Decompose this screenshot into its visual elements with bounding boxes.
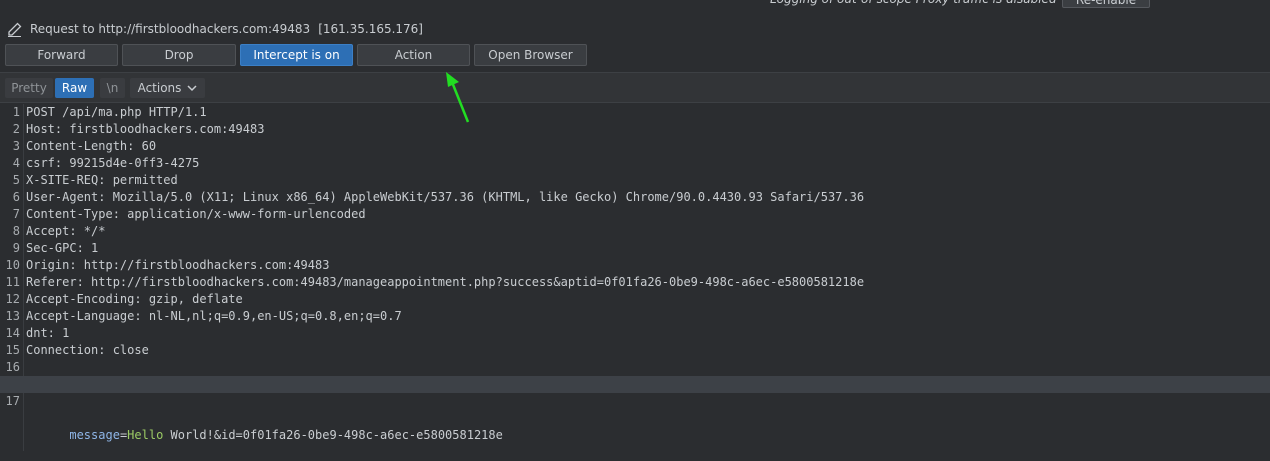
re-enable-button[interactable]: Re-enable — [1062, 0, 1150, 8]
header-value: http://firstbloodhackers.com:49483/manag… — [83, 275, 865, 289]
tab-raw[interactable]: Raw — [55, 78, 94, 98]
param-value: Hello — [127, 428, 164, 442]
request-line[interactable]: 12 Accept-Encoding: gzip, deflate — [0, 291, 1270, 308]
line-number: 1 — [12, 105, 20, 119]
header-name: Accept-Encoding: — [26, 292, 142, 306]
header-name: Accept-Language: — [26, 309, 142, 323]
request-url: Request to http://firstbloodhackers.com:… — [30, 22, 311, 36]
request-line[interactable]: 1 POST /api/ma.php HTTP/1.1 — [0, 104, 1270, 121]
line-number: 9 — [12, 241, 20, 255]
open-browser-button[interactable]: Open Browser — [474, 44, 587, 66]
action-button[interactable]: Action — [357, 44, 470, 66]
message-view-bar: Pretty Raw \n Actions — [0, 72, 1270, 103]
header-value: application/x-www-form-urlencoded — [119, 207, 366, 221]
intercept-toggle-button[interactable]: Intercept is on — [240, 44, 353, 66]
request-line[interactable]: 4 csrf: 99215d4e-0ff3-4275 — [0, 155, 1270, 172]
drop-button[interactable]: Drop — [122, 44, 236, 66]
line-number: 17 — [5, 394, 20, 408]
header-name: X-SITE-REQ: — [26, 173, 106, 187]
header-name: User-Agent: — [26, 190, 106, 204]
line-number: 16 — [5, 360, 20, 374]
request-line[interactable]: 13 Accept-Language: nl-NL,nl;q=0.9,en-US;… — [0, 308, 1270, 325]
request-target: Request to http://firstbloodhackers.com:… — [6, 18, 423, 40]
pencil-icon[interactable] — [6, 21, 23, 38]
header-name: Sec-GPC: — [26, 241, 84, 255]
header-name: Host: — [26, 122, 63, 136]
line-number: 5 — [12, 173, 20, 187]
line-number: 8 — [12, 224, 20, 238]
line-number: 12 — [5, 292, 20, 306]
header-value: gzip, deflate — [141, 292, 243, 306]
param-name: message — [69, 428, 120, 442]
line-number: 13 — [5, 309, 20, 323]
line-number: 11 — [5, 275, 20, 289]
header-value: http://firstbloodhackers.com:49483 — [76, 258, 330, 272]
header-name: Referer: — [26, 275, 84, 289]
request-line[interactable]: 3 Content-Length: 60 — [0, 138, 1270, 155]
header-value: 1 — [83, 241, 99, 255]
line-number: 4 — [12, 156, 20, 170]
header-value: firstbloodhackers.com:49483 — [62, 122, 265, 136]
actions-label: Actions — [137, 81, 182, 95]
proxy-logging-note: Logging of out-of-scope Proxy traffic is… — [770, 0, 1057, 8]
request-line[interactable]: 7 Content-Type: application/x-www-form-ur… — [0, 206, 1270, 223]
line-number: 15 — [5, 343, 20, 357]
request-line[interactable]: 15 Connection: close — [0, 342, 1270, 359]
request-line[interactable]: 16 — [0, 359, 1270, 376]
line-number: 2 — [12, 122, 20, 136]
header-value: Mozilla/5.0 (X11; Linux x86_64) AppleWeb… — [105, 190, 865, 204]
request-ip: [161.35.165.176] — [318, 22, 423, 36]
header-value: close — [105, 343, 149, 357]
header-value: 99215d4e-0ff3-4275 — [62, 156, 200, 170]
line-number: 3 — [12, 139, 20, 153]
line-number: 6 — [12, 190, 20, 204]
tab-newline[interactable]: \n — [100, 78, 125, 98]
header-name: Origin: — [26, 258, 77, 272]
annotation-arrow-icon — [446, 72, 470, 123]
header-name: dnt: — [26, 326, 55, 340]
header-name: Connection: — [26, 343, 106, 357]
line-number: 14 — [5, 326, 20, 340]
request-line[interactable]: 8 Accept: */* — [0, 223, 1270, 240]
header-value: */* — [76, 224, 106, 238]
actions-dropdown[interactable]: Actions — [130, 78, 205, 98]
request-line[interactable]: 5 X-SITE-REQ: permitted — [0, 172, 1270, 189]
request-line[interactable]: 9 Sec-GPC: 1 — [0, 240, 1270, 257]
request-line[interactable]: 6 User-Agent: Mozilla/5.0 (X11; Linux x86… — [0, 189, 1270, 206]
line-number: 7 — [12, 207, 20, 221]
line-number: 10 — [5, 258, 20, 272]
header-value: 60 — [134, 139, 157, 153]
body-line[interactable]: 17 message=Hello World!&id=0f01fa26-0be9… — [0, 376, 1270, 442]
header-name: Accept: — [26, 224, 77, 238]
header-value: permitted — [105, 173, 178, 187]
request-line[interactable]: 2 Host: firstbloodhackers.com:49483 — [0, 121, 1270, 138]
param-value-rest: World!&id=0f01fa26-0be9-498c-a6ec-e58005… — [163, 428, 503, 442]
header-name: POST /api/ma.php HTTP/1.1 — [26, 105, 207, 119]
header-name: Content-Type: — [26, 207, 120, 221]
header-value: 1 — [54, 326, 70, 340]
chevron-down-icon — [187, 85, 197, 92]
request-line[interactable]: 10 Origin: http://firstbloodhackers.com:4… — [0, 257, 1270, 274]
request-line[interactable]: 14 dnt: 1 — [0, 325, 1270, 342]
forward-button[interactable]: Forward — [5, 44, 118, 66]
intercept-toolbar: Forward Drop Intercept is on Action Open… — [5, 44, 587, 67]
request-editor[interactable]: 1 POST /api/ma.php HTTP/1.1 2 Host: firstbl… — [0, 104, 1270, 451]
header-name: csrf: — [26, 156, 63, 170]
header-value: nl-NL,nl;q=0.9,en-US;q=0.8,en;q=0.7 — [141, 309, 402, 323]
tab-pretty[interactable]: Pretty — [5, 78, 53, 98]
request-line[interactable]: 11 Referer: http://firstbloodhackers.com:… — [0, 274, 1270, 291]
header-name: Content-Length: — [26, 139, 135, 153]
